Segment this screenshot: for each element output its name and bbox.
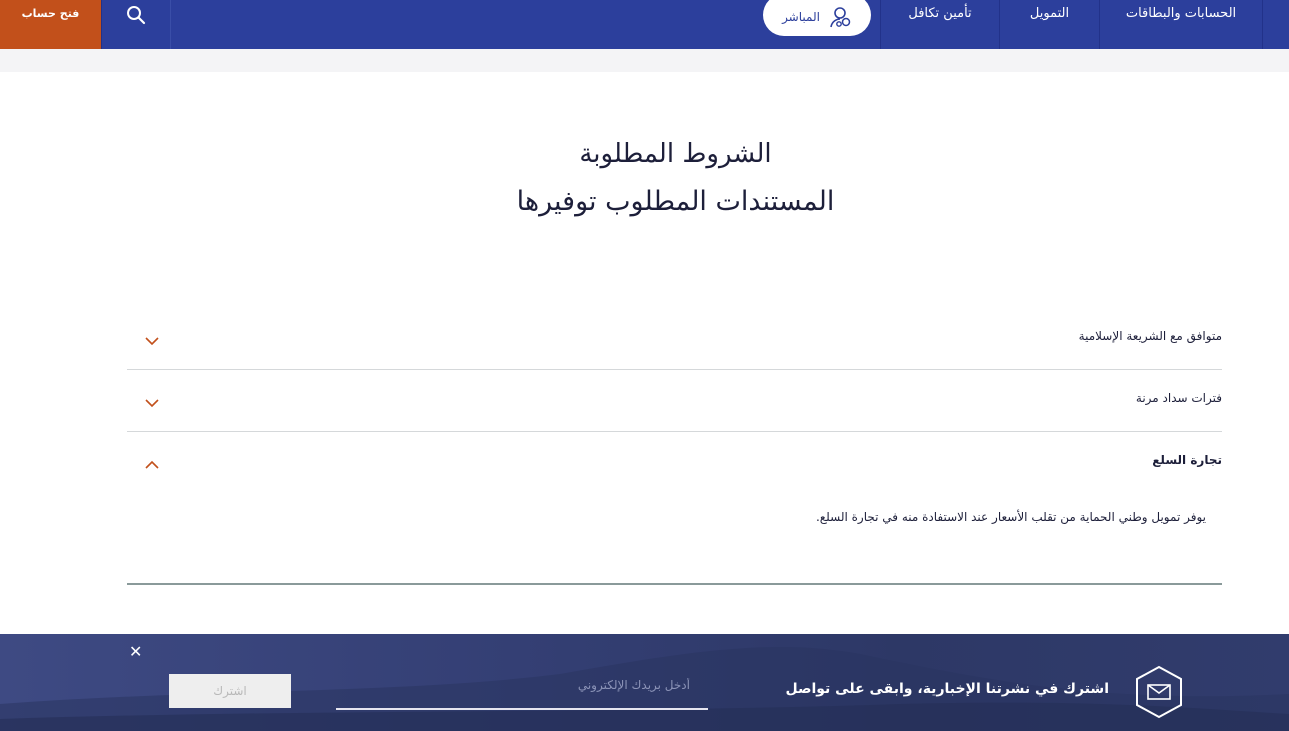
chat-person-icon [830, 7, 851, 28]
live-chat-button[interactable]: المباشر [763, 0, 871, 36]
accordion-item-commodities[interactable]: تجارة السلع يوفر تمويل وطني الحماية من ت… [127, 432, 1222, 585]
accordion-item-title: فترات سداد مرنة [1135, 391, 1222, 405]
open-account-button[interactable]: فتح حساب [0, 0, 101, 49]
newsletter-text: اشترك في نشرتنا الإخبارية، وابقى على توا… [785, 681, 1109, 697]
chevron-down-icon[interactable] [145, 398, 159, 408]
nav-item-takaful[interactable]: تأمين تكافل [881, 0, 999, 49]
close-icon[interactable]: ✕ [129, 644, 142, 660]
accordion-item-title: تجارة السلع [1152, 453, 1222, 467]
page-subtitle: المستندات المطلوب توفيرها [516, 186, 835, 217]
newsletter-banner: ✕ اشترك اشترك في نشرتنا الإخبارية، وابقى… [0, 634, 1289, 731]
chevron-down-icon[interactable] [145, 336, 159, 346]
nav-divider [1262, 0, 1263, 49]
sub-header-strip [0, 49, 1289, 72]
accordion-item-body: يوفر تمويل وطني الحماية من تقلب الأسعار … [815, 510, 1206, 524]
top-navigation: فتح حساب المباشر تأمين تكافل التمويل الح… [0, 0, 1289, 49]
chevron-up-icon[interactable] [145, 460, 159, 470]
search-icon [127, 6, 146, 25]
email-field[interactable] [336, 672, 708, 710]
features-accordion: متوافق مع الشريعة الإسلامية فترات سداد م… [127, 308, 1222, 585]
envelope-icon [1136, 665, 1182, 719]
accordion-item-sharia[interactable]: متوافق مع الشريعة الإسلامية [127, 308, 1222, 370]
accordion-item-repayment[interactable]: فترات سداد مرنة [127, 370, 1222, 432]
nav-item-financing[interactable]: التمويل [1000, 0, 1099, 49]
search-button[interactable] [101, 0, 171, 49]
accordion-item-title: متوافق مع الشريعة الإسلامية [1078, 329, 1222, 343]
nav-item-accounts-cards[interactable]: الحسابات والبطاقات [1100, 0, 1262, 49]
live-chat-label: المباشر [782, 10, 820, 24]
page-title: الشروط المطلوبة [579, 139, 772, 169]
subscribe-button[interactable]: اشترك [169, 674, 291, 708]
